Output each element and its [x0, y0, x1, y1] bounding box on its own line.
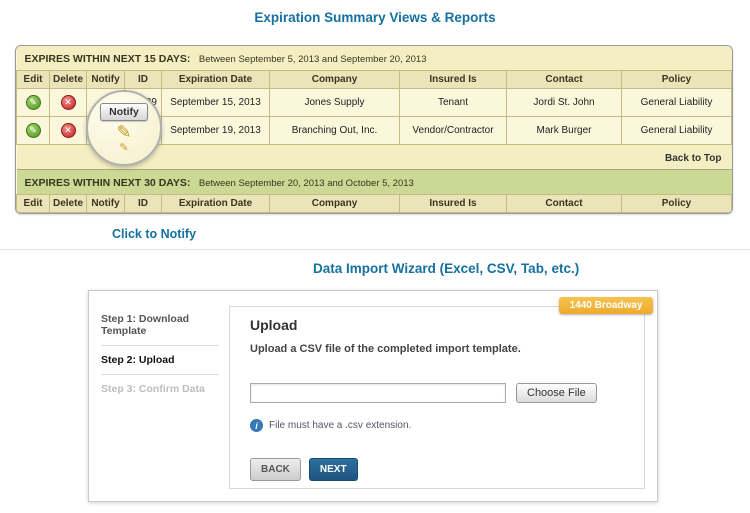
expiration-date-cell: September 19, 2013: [162, 117, 270, 145]
import-wizard-title: Data Import Wizard (Excel, CSV, Tab, etc…: [313, 261, 579, 276]
upload-panel: Upload Upload a CSV file of the complete…: [229, 306, 645, 489]
wizard-steps: Step 1: Download Template Step 2: Upload…: [101, 305, 219, 403]
col-notify: Notify: [87, 195, 125, 213]
col-company: Company: [270, 195, 400, 213]
col-insured-is: Insured Is: [400, 71, 507, 89]
step-upload[interactable]: Step 2: Upload: [101, 346, 219, 375]
edit-cell: ✎: [17, 117, 50, 145]
column-header-row-30: Edit Delete Notify ID Expiration Date Co…: [17, 195, 732, 213]
back-button[interactable]: BACK: [250, 458, 301, 481]
policy-cell: General Liability: [622, 117, 732, 145]
expires-30-header: EXPIRES WITHIN NEXT 30 DAYS: Between Sep…: [17, 170, 732, 195]
expires-15-title: EXPIRES WITHIN NEXT 15 DAYS:: [25, 53, 191, 65]
col-insured-is: Insured Is: [400, 195, 507, 213]
delete-icon[interactable]: ✕: [61, 123, 76, 138]
expires-30-header-row: EXPIRES WITHIN NEXT 30 DAYS: Between Sep…: [17, 170, 732, 195]
edit-icon[interactable]: ✎: [26, 123, 41, 138]
import-wizard: 1440 Broadway Step 1: Download Template …: [88, 290, 658, 502]
file-note: i File must have a .csv extension.: [250, 419, 624, 432]
col-edit: Edit: [17, 195, 50, 213]
col-company: Company: [270, 71, 400, 89]
expires-30-title: EXPIRES WITHIN NEXT 30 DAYS:: [25, 177, 191, 189]
next-button[interactable]: NEXT: [309, 458, 358, 481]
step-download-template[interactable]: Step 1: Download Template: [101, 305, 219, 346]
notify-pencil-icon[interactable]: ✎: [116, 122, 131, 143]
expires-30-subtitle: Between September 20, 2013 and October 5…: [199, 178, 414, 189]
notify-button[interactable]: Notify: [100, 103, 148, 121]
policy-cell: General Liability: [622, 89, 732, 117]
expires-15-subtitle: Between September 5, 2013 and September …: [199, 54, 427, 65]
company-cell: Jones Supply: [270, 89, 400, 117]
expiration-date-cell: September 15, 2013: [162, 89, 270, 117]
edit-icon[interactable]: ✎: [26, 95, 41, 110]
expiration-summary-title: Expiration Summary Views & Reports: [0, 10, 750, 25]
location-badge: 1440 Broadway: [559, 297, 653, 314]
insured-is-cell: Tenant: [400, 89, 507, 117]
edit-cell: ✎: [17, 89, 50, 117]
contact-cell: Jordi St. John: [507, 89, 622, 117]
wizard-actions: BACK NEXT: [250, 458, 624, 481]
col-id: ID: [125, 195, 162, 213]
col-delete: Delete: [50, 195, 87, 213]
choose-file-button[interactable]: Choose File: [516, 383, 597, 403]
info-icon: i: [250, 419, 263, 432]
back-to-top-link[interactable]: Back to Top: [665, 153, 721, 164]
file-row: Choose File: [250, 383, 624, 403]
section-divider: [0, 249, 750, 250]
col-policy: Policy: [622, 195, 732, 213]
step-confirm-data: Step 3: Confirm Data: [101, 375, 219, 403]
expires-15-header: EXPIRES WITHIN NEXT 15 DAYS: Between Sep…: [17, 46, 732, 71]
col-policy: Policy: [622, 71, 732, 89]
notify-pencil-icon: ✎: [119, 141, 128, 154]
delete-cell: ✕: [50, 89, 87, 117]
col-delete: Delete: [50, 71, 87, 89]
delete-icon[interactable]: ✕: [61, 95, 76, 110]
delete-cell: ✕: [50, 117, 87, 145]
col-notify: Notify: [87, 71, 125, 89]
notify-magnifier-callout: Notify ✎ ✎: [86, 90, 162, 166]
file-path-input[interactable]: [250, 383, 506, 403]
column-header-row-15: Edit Delete Notify ID Expiration Date Co…: [17, 71, 732, 89]
contact-cell: Mark Burger: [507, 117, 622, 145]
col-expiration-date: Expiration Date: [162, 71, 270, 89]
col-expiration-date: Expiration Date: [162, 195, 270, 213]
col-edit: Edit: [17, 71, 50, 89]
file-note-text: File must have a .csv extension.: [269, 420, 411, 431]
click-to-notify-annotation: Click to Notify: [112, 227, 196, 241]
col-contact: Contact: [507, 71, 622, 89]
col-contact: Contact: [507, 195, 622, 213]
upload-heading: Upload: [250, 317, 624, 333]
insured-is-cell: Vendor/Contractor: [400, 117, 507, 145]
col-id: ID: [125, 71, 162, 89]
page: Expiration Summary Views & Reports EXPIR…: [0, 0, 750, 513]
upload-instruction: Upload a CSV file of the completed impor…: [250, 343, 624, 355]
expires-15-header-row: EXPIRES WITHIN NEXT 15 DAYS: Between Sep…: [17, 46, 732, 71]
company-cell: Branching Out, Inc.: [270, 117, 400, 145]
